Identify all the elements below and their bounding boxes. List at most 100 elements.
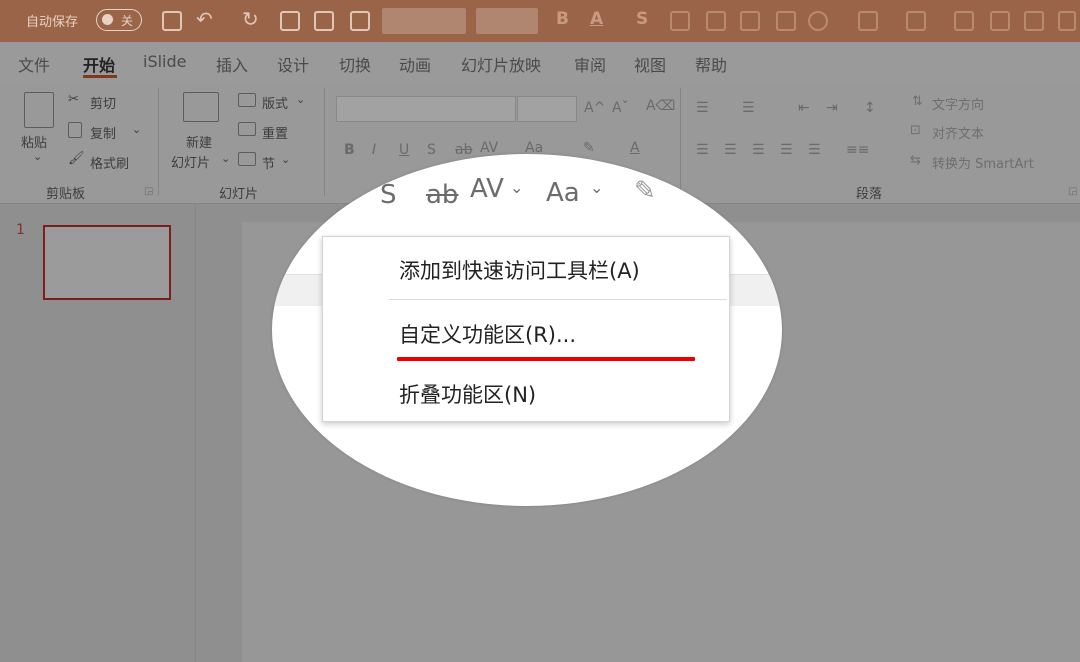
tab-animations[interactable]: 动画 <box>399 52 431 76</box>
autosave-state: 关 <box>121 14 134 28</box>
redo-icon[interactable]: ↻ <box>242 7 262 31</box>
new-slide-dropdown-icon[interactable]: ⌄ <box>221 152 230 165</box>
customize-ribbon-item[interactable]: 自定义功能区(R)... <box>399 319 576 349</box>
save-icon[interactable] <box>162 11 182 31</box>
qa-shadow-icon[interactable]: S <box>636 9 648 29</box>
layout-dropdown-icon[interactable]: ⌄ <box>296 93 305 106</box>
undo-icon[interactable]: ↶ <box>196 7 216 31</box>
tab-home[interactable]: 开始 <box>83 52 115 76</box>
context-menu: 添加到快速访问工具栏(A) 自定义功能区(R)... 折叠功能区(N) <box>322 236 730 422</box>
fill-icon[interactable] <box>858 11 878 31</box>
align-left-icon[interactable] <box>670 11 690 31</box>
paste-button-label[interactable]: 粘贴 <box>21 132 47 151</box>
add-to-quick-access-item[interactable]: 添加到快速访问工具栏(A) <box>399 255 640 285</box>
scissors-icon[interactable]: ✂ <box>68 92 79 107</box>
shadow-large-icon: S <box>380 180 397 210</box>
tab-help[interactable]: 帮助 <box>695 52 727 76</box>
group-divider <box>680 88 681 196</box>
zoom-callout: S ab AV ⌄ Aa ⌄ ✎ 添加到快速访问工具栏(A) 自定义功能区(R)… <box>272 154 782 506</box>
align-center-icon[interactable] <box>706 11 726 31</box>
change-case-large-icon: Aa <box>546 178 580 208</box>
tab-view[interactable]: 视图 <box>634 52 666 76</box>
line-spacing-icon: ↕ <box>864 100 876 116</box>
text-direction-button[interactable]: 文字方向 <box>932 94 984 113</box>
shadow-button[interactable]: S <box>427 142 436 158</box>
menu-separator <box>389 299 727 300</box>
tab-insert[interactable]: 插入 <box>216 52 248 76</box>
char-spacing-large-icon: AV <box>470 174 504 204</box>
align-right-icon[interactable] <box>740 11 760 31</box>
tab-slideshow[interactable]: 幻灯片放映 <box>461 52 541 76</box>
new-slide-icon[interactable] <box>183 92 219 122</box>
font-size-combo[interactable] <box>517 96 577 122</box>
shapes-icon[interactable] <box>808 11 828 31</box>
align-text-button[interactable]: 对齐文本 <box>932 123 984 142</box>
tab-islide[interactable]: iSlide <box>143 52 187 71</box>
justify-icon: ☰ <box>780 142 793 158</box>
brush-icon[interactable]: 🖌 <box>68 151 85 166</box>
bold-button[interactable]: B <box>344 142 355 158</box>
strikethrough-icon: ab <box>455 142 473 158</box>
char-spacing-icon: AV <box>480 140 499 156</box>
new-slide-label-2[interactable]: 幻灯片 <box>171 152 210 171</box>
outline-icon[interactable] <box>906 11 926 31</box>
slides-group-label: 幻灯片 <box>219 187 259 202</box>
cut-button[interactable]: 剪切 <box>90 93 116 112</box>
format-painter-button[interactable]: 格式刷 <box>90 153 129 172</box>
highlight-large-icon: ✎ <box>634 176 656 206</box>
autosave-label: 自动保存 <box>26 15 79 30</box>
bring-forward-icon[interactable] <box>954 11 974 31</box>
reset-button[interactable]: 重置 <box>262 123 288 142</box>
font-name-combo[interactable] <box>336 96 516 122</box>
qa-size-combo[interactable] <box>476 8 538 34</box>
increase-indent-icon: ⇥ <box>826 100 838 116</box>
layout-button[interactable]: 版式 <box>262 93 288 112</box>
slide-number: 1 <box>16 222 25 238</box>
shrink-font-icon: Aˇ <box>612 100 629 116</box>
arrange-icon[interactable] <box>1058 11 1076 31</box>
presenter-icon[interactable] <box>280 11 300 31</box>
bullets-icon: ☰ <box>696 100 709 116</box>
copy-button[interactable]: 复制 <box>90 123 116 142</box>
columns-icon[interactable] <box>776 11 796 31</box>
align-text-icon: ⊡ <box>910 123 921 138</box>
paste-icon[interactable] <box>24 92 54 128</box>
active-tab-indicator <box>83 75 117 78</box>
tab-file[interactable]: 文件 <box>18 52 50 76</box>
italic-button[interactable]: I <box>372 142 376 158</box>
qa-font-combo[interactable] <box>382 8 466 34</box>
collapse-ribbon-item[interactable]: 折叠功能区(N) <box>399 379 536 409</box>
qa-font-color-icon[interactable]: A <box>590 9 603 29</box>
group-icon[interactable] <box>1024 11 1044 31</box>
new-slide-label-1[interactable]: 新建 <box>186 132 212 151</box>
send-backward-icon[interactable] <box>990 11 1010 31</box>
chevron-down-icon: ⌄ <box>590 178 604 197</box>
autosave-toggle[interactable]: 关 <box>96 9 142 31</box>
layout-icon[interactable] <box>238 93 256 107</box>
copy-icon[interactable] <box>68 122 82 138</box>
tab-review[interactable]: 审阅 <box>574 52 606 76</box>
paste-dropdown-icon[interactable]: ⌄ <box>33 150 42 163</box>
copy-dropdown-icon[interactable]: ⌄ <box>132 123 141 136</box>
tab-design[interactable]: 设计 <box>277 52 309 76</box>
clear-format-icon: A⌫ <box>646 98 676 114</box>
qa-bold-icon[interactable]: B <box>556 9 569 29</box>
clipboard-launcher-icon[interactable]: ◲ <box>144 186 153 197</box>
textbox-icon[interactable] <box>314 11 334 31</box>
smartart-icon: ⇆ <box>910 153 921 168</box>
decrease-indent-icon: ⇤ <box>798 100 810 116</box>
tab-transitions[interactable]: 切换 <box>339 52 371 76</box>
section-dropdown-icon[interactable]: ⌄ <box>281 153 290 166</box>
section-button[interactable]: 节 <box>262 153 275 172</box>
section-icon[interactable] <box>238 152 256 166</box>
paragraph-launcher-icon[interactable]: ◲ <box>1068 186 1077 197</box>
convert-smartart-button[interactable]: 转换为 SmartArt <box>932 153 1034 172</box>
numbering-icon: ☰ <box>742 100 755 116</box>
slideshow-icon[interactable] <box>350 11 370 31</box>
ribbon-tabs: 文件 开始 iSlide 插入 设计 切换 动画 幻灯片放映 审阅 视图 帮助 <box>0 42 1080 82</box>
distribute-icon: ☰ <box>808 142 821 158</box>
slide-thumbnail[interactable] <box>43 225 171 300</box>
group-divider <box>324 88 325 196</box>
reset-icon[interactable] <box>238 122 256 136</box>
underline-button[interactable]: U <box>399 142 409 158</box>
